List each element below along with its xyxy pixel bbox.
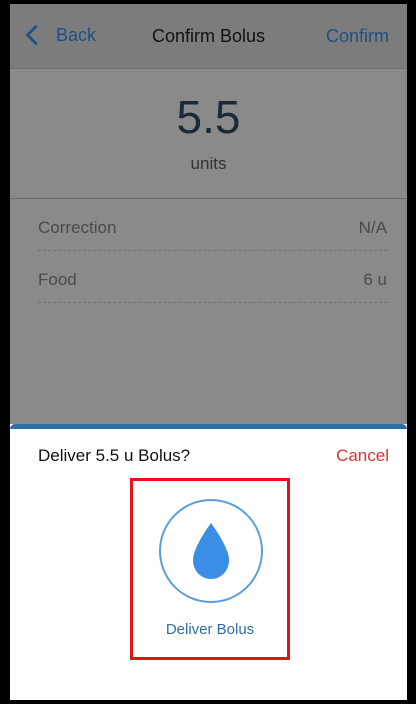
deliver-bolus-label: Deliver Bolus xyxy=(165,621,255,638)
correction-label: Correction xyxy=(38,218,117,237)
sheet-title: Deliver 5.5 u Bolus? xyxy=(38,446,191,465)
summary-divider xyxy=(10,198,407,199)
cancel-button[interactable]: Cancel xyxy=(336,446,389,466)
food-value: 6 u xyxy=(363,270,387,289)
correction-row: Correction N/A xyxy=(38,206,387,251)
deliver-circle[interactable] xyxy=(159,499,263,603)
water-drop-icon xyxy=(193,523,229,579)
bolus-unit: units xyxy=(190,154,227,173)
food-label: Food xyxy=(38,270,77,289)
confirm-button[interactable]: Confirm xyxy=(326,26,389,47)
navigation-bar: Back Confirm Bolus Confirm xyxy=(10,4,407,69)
deliver-bolus-button[interactable]: Deliver Bolus xyxy=(130,478,290,660)
correction-value: N/A xyxy=(358,218,387,237)
bolus-amount: 5.5 xyxy=(176,91,241,143)
sheet-top-bar xyxy=(10,424,407,429)
confirmation-sheet: Deliver 5.5 u Bolus? Cancel Deliver Bolu… xyxy=(10,424,407,700)
app-screen: Back Confirm Bolus Confirm 5.5 units Cor… xyxy=(10,4,407,700)
food-row: Food 6 u xyxy=(38,258,387,303)
